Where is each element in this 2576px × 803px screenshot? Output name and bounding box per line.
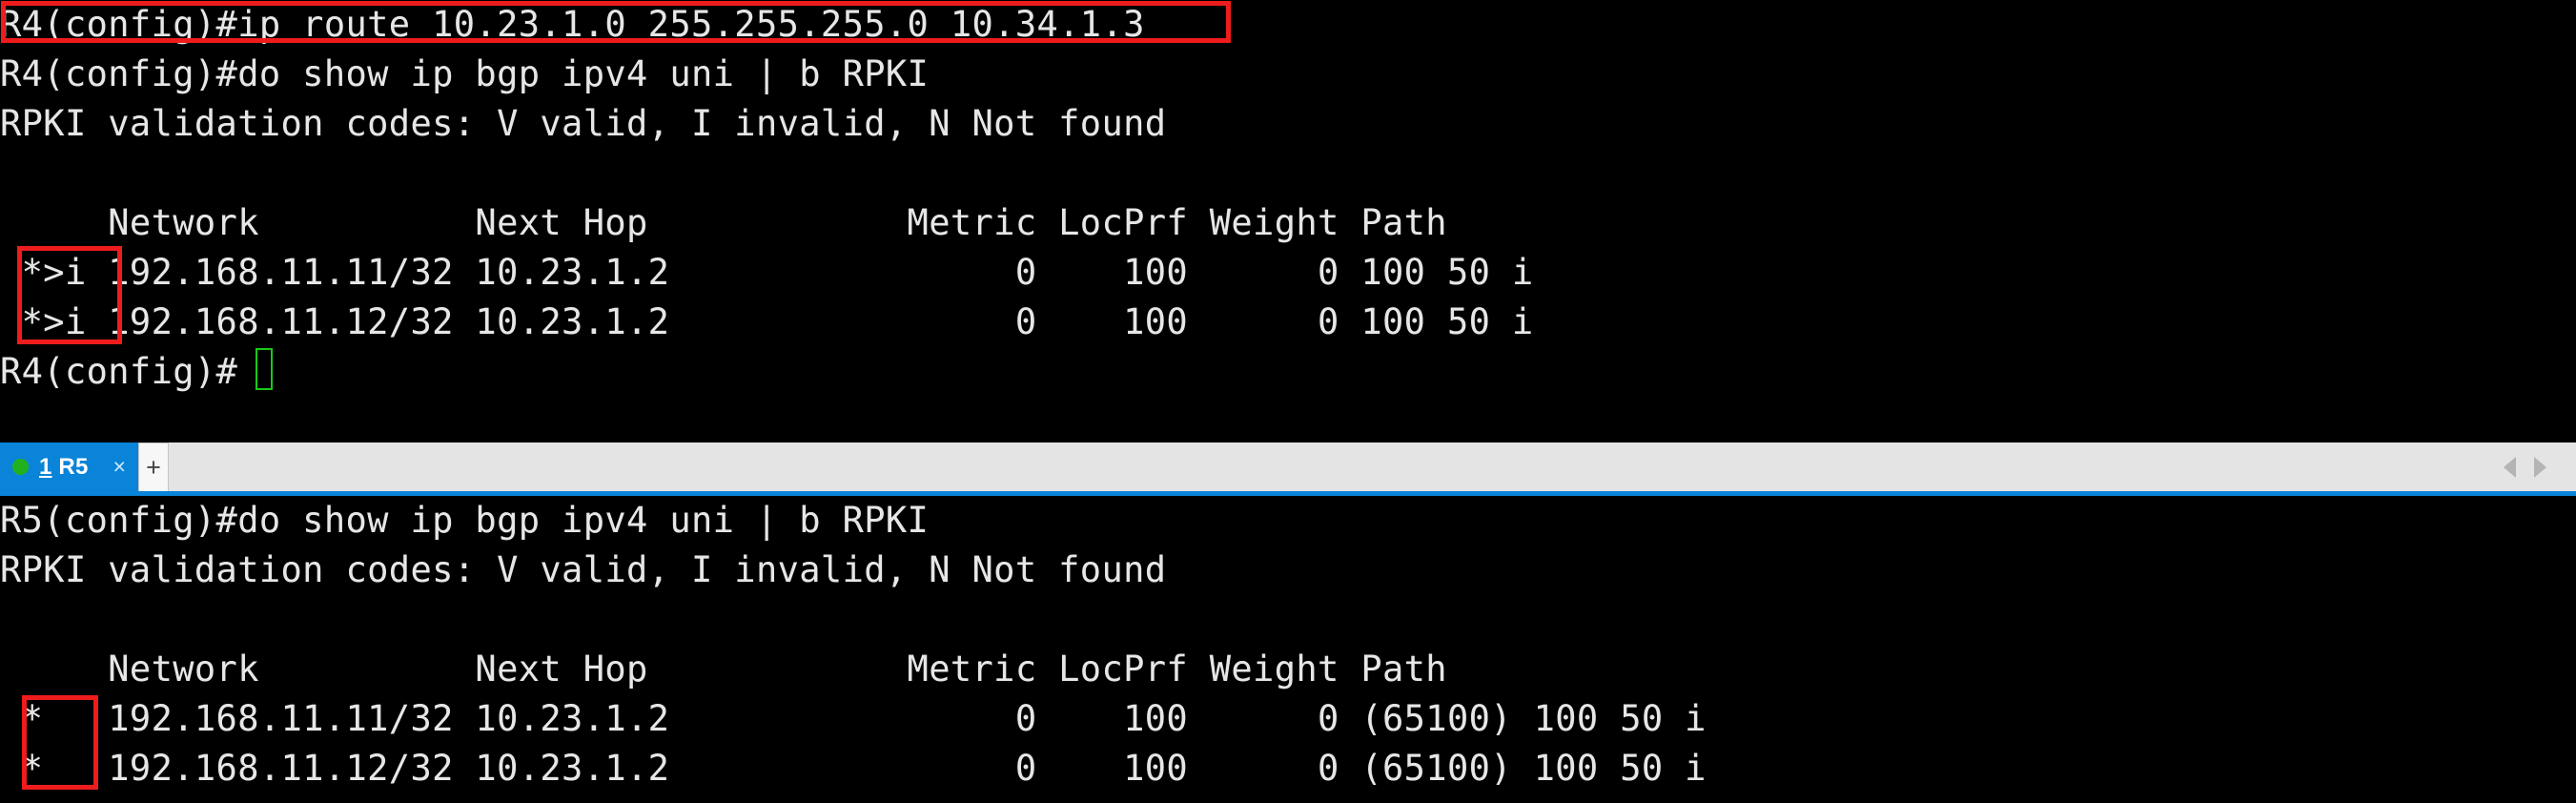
terminal-cursor — [256, 348, 273, 390]
terminal-prompt-line: R4(config)# — [0, 351, 238, 392]
tab-label: 1 R5 — [39, 454, 89, 481]
tab-title: R5 — [51, 453, 89, 480]
terminal-table-header: Network Next Hop Metric LocPrf Weight Pa… — [0, 649, 1447, 690]
terminal-table-row: *>i 192.168.11.12/32 10.23.1.2 0 100 0 1… — [0, 301, 1534, 342]
terminal-pane-r5[interactable]: R5(config)#do show ip bgp ipv4 uni | b R… — [0, 496, 2576, 803]
scroll-right-button[interactable] — [2525, 443, 2555, 491]
terminal-line: R4(config)#ip route 10.23.1.0 255.255.25… — [0, 4, 1145, 45]
screen: R4(config)#ip route 10.23.1.0 255.255.25… — [0, 0, 2576, 803]
terminal-table-row: * 192.168.11.12/32 10.23.1.2 0 100 0 (65… — [0, 748, 1707, 789]
tab-number: 1 — [39, 453, 52, 480]
tab-r5[interactable]: 1 R5 × — [0, 443, 138, 491]
terminal-table-row: *>i 192.168.11.11/32 10.23.1.2 0 100 0 1… — [0, 252, 1534, 293]
terminal-pane-r4[interactable]: R4(config)#ip route 10.23.1.0 255.255.25… — [0, 0, 2576, 443]
terminal-line: RPKI validation codes: V valid, I invali… — [0, 103, 1167, 144]
chevron-right-icon — [2533, 456, 2546, 478]
new-tab-button[interactable]: + — [137, 443, 169, 491]
tab-bar: 1 R5 × + — [0, 443, 2576, 496]
terminal-line: R4(config)#do show ip bgp ipv4 uni | b R… — [0, 53, 930, 94]
chevron-left-icon — [2503, 456, 2516, 478]
scroll-left-button[interactable] — [2494, 443, 2525, 491]
terminal-table-header: Network Next Hop Metric LocPrf Weight Pa… — [0, 202, 1447, 243]
terminal-line: RPKI validation codes: V valid, I invali… — [0, 549, 1167, 590]
tab-bar-right-padding — [2555, 443, 2576, 491]
tab-bar-spacer — [169, 443, 2494, 491]
terminal-line: R5(config)#do show ip bgp ipv4 uni | b R… — [0, 500, 930, 541]
terminal-table-row: * 192.168.11.11/32 10.23.1.2 0 100 0 (65… — [0, 698, 1707, 739]
close-icon[interactable]: × — [113, 456, 126, 478]
tab-status-dot-icon — [12, 459, 29, 475]
